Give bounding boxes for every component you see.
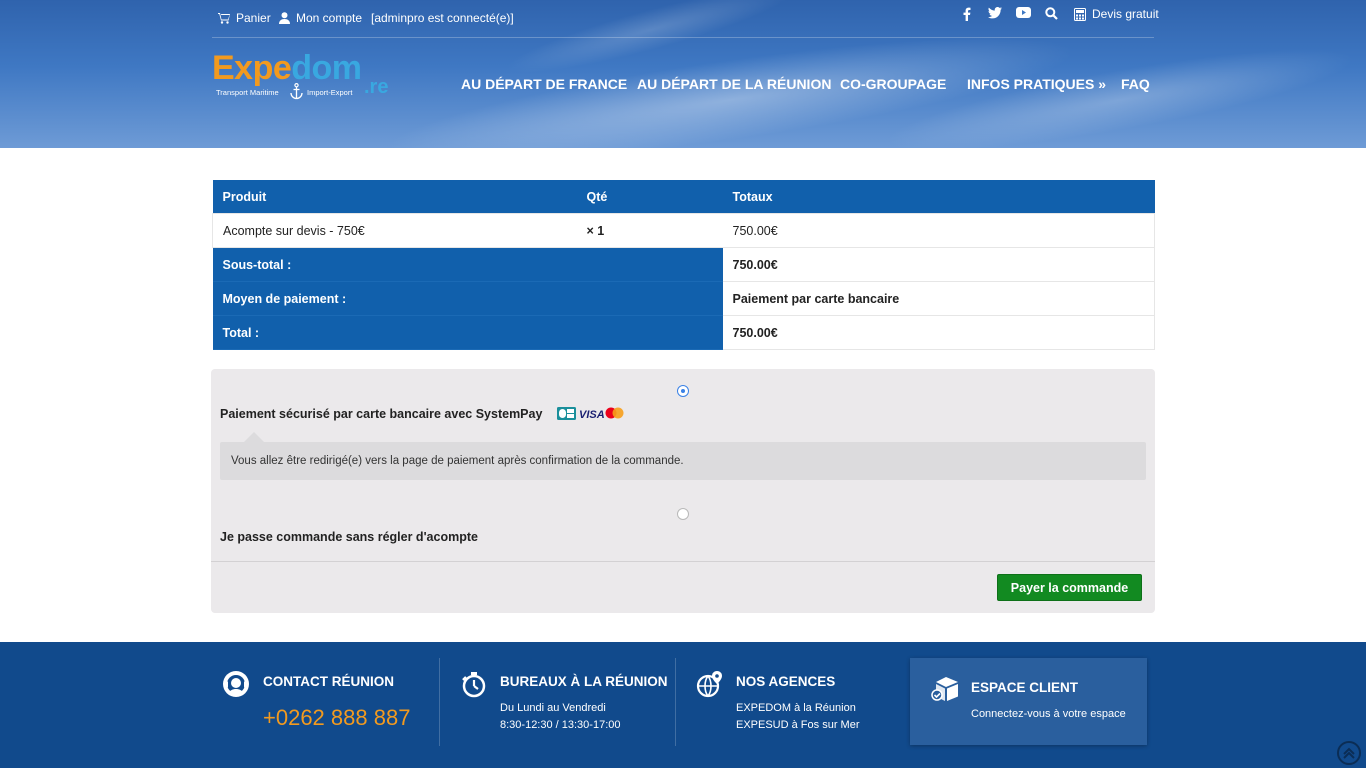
payment-option-card-radio[interactable]	[677, 385, 689, 397]
nav-depart-reunion[interactable]: AU DÉPART DE LA RÉUNION	[637, 76, 831, 92]
table-row: Acompte sur devis - 750€ × 1 750.00€	[212, 213, 1155, 248]
total-value: 750.00€	[722, 315, 1155, 350]
table-header-row: Produit Qté Totaux	[212, 180, 1155, 214]
payment-redirect-text: Vous allez être redirigé(e) vers la page…	[231, 455, 684, 467]
table-row: Moyen de paiement : Paiement par carte b…	[212, 281, 1155, 316]
payment-redirect-notice: Vous allez être redirigé(e) vers la page…	[220, 442, 1146, 480]
payment-method-value: Paiement par carte bancaire	[722, 281, 1155, 316]
agency-reunion[interactable]: EXPEDOM à la Réunion	[736, 700, 856, 717]
search-icon	[1045, 7, 1058, 20]
quote-link[interactable]: Devis gratuit	[1074, 7, 1159, 21]
item-total: 750.00€	[722, 213, 1155, 248]
cart-link[interactable]: Panier	[218, 11, 271, 25]
item-qty: × 1	[576, 213, 723, 248]
site-logo[interactable]: Expedom .re Transport Maritime Import-Ex…	[212, 50, 392, 105]
stopwatch-icon	[462, 672, 486, 698]
visa-logo-text: VISA	[579, 409, 605, 421]
nav-infos-pratiques[interactable]: INFOS PRATIQUES »	[967, 76, 1106, 92]
agency-fos[interactable]: EXPESUD à Fos sur Mer	[736, 717, 859, 734]
cart-label: Panier	[236, 11, 271, 25]
payment-divider	[211, 561, 1155, 562]
client-area-title[interactable]: ESPACE CLIENT	[971, 680, 1078, 695]
nav-faq[interactable]: FAQ	[1121, 76, 1150, 92]
order-summary-table: Produit Qté Totaux Acompte sur devis - 7…	[212, 180, 1155, 350]
facebook-link[interactable]	[962, 7, 971, 21]
support-agent-icon	[223, 671, 249, 697]
logo-tagline-left: Transport Maritime	[216, 88, 279, 97]
subtotal-value: 750.00€	[722, 247, 1155, 282]
nav-co-groupage[interactable]: CO-GROUPAGE	[840, 76, 946, 92]
nav-depart-france[interactable]: AU DÉPART DE FRANCE	[461, 76, 627, 92]
connected-status: [adminpro est connecté(e)]	[371, 11, 514, 25]
subtotal-label: Sous-total :	[212, 247, 723, 282]
contact-title: CONTACT RÉUNION	[263, 674, 394, 689]
agencies-title: NOS AGENCES	[736, 674, 836, 689]
payment-method-label: Moyen de paiement :	[212, 281, 723, 316]
site-header: Panier Mon compte [adminpro est connecté…	[0, 0, 1366, 148]
footer-separator	[439, 658, 440, 746]
site-footer	[0, 642, 1366, 768]
offices-hours: 8:30-12:30 / 13:30-17:00	[500, 719, 621, 731]
logo-suffix: .re	[364, 76, 389, 98]
youtube-icon	[1016, 7, 1031, 18]
client-area-text[interactable]: Connectez-vous à votre espace	[971, 706, 1126, 723]
facebook-icon	[963, 7, 971, 21]
quote-label: Devis gratuit	[1092, 7, 1159, 21]
search-link[interactable]	[1045, 7, 1058, 20]
offices-title: BUREAUX À LA RÉUNION	[500, 674, 668, 689]
anchor-icon	[290, 83, 303, 100]
twitter-icon	[988, 7, 1002, 19]
header-product: Produit	[212, 180, 577, 214]
total-label: Total :	[212, 315, 723, 350]
notice-arrow	[244, 432, 264, 442]
header-qty: Qté	[576, 180, 723, 214]
scroll-top-button[interactable]	[1337, 741, 1361, 765]
header-divider	[212, 37, 1154, 38]
table-row: Sous-total : 750.00€	[212, 247, 1155, 282]
place-order-button[interactable]: Payer la commande	[997, 574, 1142, 601]
contact-phone[interactable]: +0262 888 887	[263, 705, 410, 731]
connected-label: [adminpro est connecté(e)]	[371, 11, 514, 25]
youtube-link[interactable]	[1016, 7, 1031, 18]
calculator-icon	[1074, 7, 1086, 21]
chevron-up-icon	[1343, 747, 1355, 759]
table-row: Total : 750.00€	[212, 315, 1155, 350]
twitter-link[interactable]	[988, 7, 1002, 19]
offices-days: Du Lundi au Vendredi	[500, 702, 606, 714]
footer-separator	[675, 658, 676, 746]
logo-tagline-right: Import-Export	[307, 88, 353, 97]
header-totals: Totaux	[722, 180, 1155, 214]
account-label: Mon compte	[296, 11, 363, 25]
globe-location-icon	[696, 671, 722, 698]
logo-text-part1: Expe	[212, 49, 292, 87]
card-logos-icon: VISA	[557, 407, 624, 421]
logo-text-part2: dom	[291, 49, 362, 87]
user-icon	[279, 12, 290, 24]
account-link[interactable]: Mon compte	[279, 11, 362, 25]
item-name: Acompte sur devis - 750€	[212, 213, 577, 248]
payment-option-no-deposit-label[interactable]: Je passe commande sans régler d'acompte	[220, 530, 478, 544]
cart-icon	[218, 12, 230, 24]
delivery-box-icon	[931, 677, 958, 701]
payment-option-card-label[interactable]: Paiement sécurisé par carte bancaire ave…	[220, 407, 542, 421]
payment-option-no-deposit-radio[interactable]	[677, 508, 689, 520]
